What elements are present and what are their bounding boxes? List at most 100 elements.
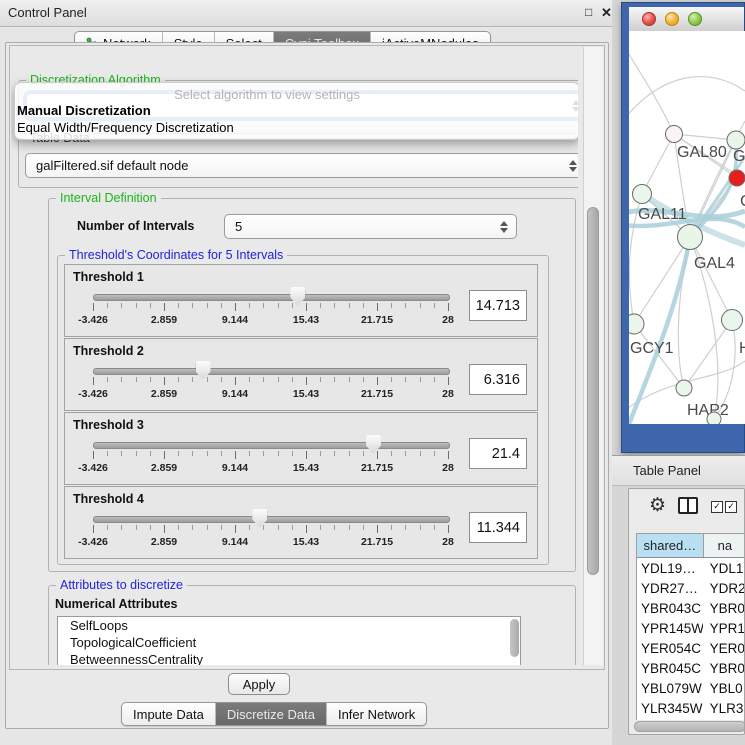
table-row[interactable]: YDR27…YDR2 [637,578,745,598]
node-label: GAL11 [638,206,687,223]
network-node-gcy1[interactable] [629,314,644,334]
network-node-gal11[interactable] [633,185,652,204]
threshold-value-field[interactable]: 14.713 [469,290,527,321]
network-node-gal4[interactable] [678,225,703,250]
table-row[interactable]: YBL079WYBL0 [637,678,745,698]
table-row[interactable]: YER054CYER0 [637,638,745,658]
minor-tick [292,303,293,308]
node-attribute-table[interactable]: shared…na YDL19…YDL1YDR27…YDR2YBR043CYBR… [636,533,745,720]
checkbox-checked-icon[interactable]: ✓ [725,501,737,513]
tick-label: -3.426 [78,388,108,400]
slider-track[interactable] [93,368,450,375]
main-scrollbar[interactable] [583,47,603,665]
table-row[interactable]: YDL19…YDL1 [637,558,745,578]
network-node-gal80[interactable] [666,126,683,143]
threshold-slider[interactable]: -3.4262.8599.14415.4321.71528 [93,513,448,553]
minor-tick [292,525,293,530]
bottom-tab-discretize-data[interactable]: Discretize Data [216,703,327,725]
attribute-item-topologicalcoefficient[interactable]: TopologicalCoefficient [58,634,520,651]
threshold-slider[interactable]: -3.4262.8599.14415.4321.71528 [93,365,448,405]
network-node-hap2[interactable] [676,380,692,396]
slider-track[interactable] [93,294,450,301]
tick-label: 2.859 [151,314,177,326]
apply-button[interactable]: Apply [228,673,290,695]
attributes-scrollbar[interactable] [510,619,519,657]
major-tick [235,303,236,311]
main-scrollbar-thumb[interactable] [587,207,599,575]
slider-track[interactable] [93,516,450,523]
major-tick [306,451,307,459]
column-header-na[interactable]: na [704,534,745,557]
network-node-h[interactable] [722,310,743,331]
table-row[interactable]: YBR043CYBR0 [637,598,745,618]
algorithm-option-manual-discretization[interactable]: Manual Discretization [17,103,151,118]
table-row[interactable]: YLR345WYLR3 [637,698,745,718]
minor-tick [391,303,392,308]
float-window-icon[interactable]: □ [585,5,592,19]
network-node[interactable] [707,412,721,424]
minor-tick [107,303,108,308]
slider-tick-labels: -3.4262.8599.14415.4321.71528 [93,388,448,400]
mac-minimize-button[interactable] [665,12,679,26]
minor-tick [391,451,392,456]
minor-tick [150,525,151,530]
slider-tick-labels: -3.4262.8599.14415.4321.71528 [93,536,448,548]
settings-gear-icon[interactable]: ⚙ [649,494,666,517]
table-rows: YDL19…YDL1YDR27…YDR2YBR043CYBR0YPR145WYP… [637,558,745,720]
minor-tick [405,451,406,456]
bottom-tab-impute-data[interactable]: Impute Data [122,703,216,725]
column-layout-icon[interactable] [678,497,698,514]
minor-tick [178,303,179,308]
number-of-intervals-combobox[interactable]: 5 [224,214,517,239]
minor-tick [107,525,108,530]
attribute-item-betweennesscentrality[interactable]: BetweennessCentrality [58,651,520,665]
column-header-shared[interactable]: shared… [637,534,704,557]
slider-ticks [93,303,448,312]
threshold-slider[interactable]: -3.4262.8599.14415.4321.71528 [93,439,448,479]
minor-tick [136,377,137,382]
network-node-ga[interactable] [727,131,745,149]
bottom-tab-infer-network[interactable]: Infer Network [327,703,426,725]
group-attributes: Attributes to discretize Numerical Attri… [48,585,576,665]
network-canvas[interactable]: GAL80GACGAL11GAL4GCY1HHAP2 [629,31,745,424]
threshold-value-field[interactable]: 11.344 [469,512,527,543]
network-window-titlebar[interactable] [629,7,744,32]
mac-zoom-button[interactable] [688,12,702,26]
mac-close-button[interactable] [642,12,656,26]
tick-label: 28 [442,462,454,474]
threshold-slider[interactable]: -3.4262.8599.14415.4321.71528 [93,291,448,331]
combo-arrows-icon [500,221,508,233]
tick-label: 2.859 [151,536,177,548]
major-tick [93,451,94,459]
minor-tick [136,451,137,456]
table-data-combobox[interactable]: galFiltered.sif default node [25,153,578,178]
major-tick [235,451,236,459]
checkbox-checked-icon[interactable]: ✓ [711,501,723,513]
tick-label: 15.43 [293,314,319,326]
close-panel-icon[interactable]: ✕ [601,5,612,21]
algorithm-option-equal-width-frequency-discretization[interactable]: Equal Width/Frequency Discretization [17,120,234,135]
threshold-value-field[interactable]: 6.316 [469,364,527,395]
minor-tick [405,525,406,530]
slider-track[interactable] [93,442,450,449]
network-node-c[interactable] [729,170,745,186]
attribute-item-selfloops[interactable]: SelfLoops [58,617,520,634]
threshold-label: Threshold 4 [73,492,144,506]
table-row[interactable]: YIL052CYIL0 [637,718,745,720]
tick-label: 9.144 [222,388,248,400]
numerical-attributes-list[interactable]: SelfLoopsTopologicalCoefficientBetweenne… [57,616,521,665]
table-cell: YBR045C [637,658,704,678]
table-cell: YBR0 [704,598,745,618]
network-view-window[interactable]: GAL80GACGAL11GAL4GCY1HHAP2 [621,2,745,453]
minor-tick [278,525,279,530]
threshold-value-field[interactable]: 21.4 [469,438,527,469]
table-horizontal-scrollbar[interactable] [634,721,745,732]
slider-ticks [93,451,448,460]
minor-tick [363,451,364,456]
minor-tick [334,303,335,308]
minor-tick [434,451,435,456]
major-tick [377,303,378,311]
table-row[interactable]: YBR045CYBR0 [637,658,745,678]
table-row[interactable]: YPR145WYPR1 [637,618,745,638]
minor-tick [349,377,350,382]
